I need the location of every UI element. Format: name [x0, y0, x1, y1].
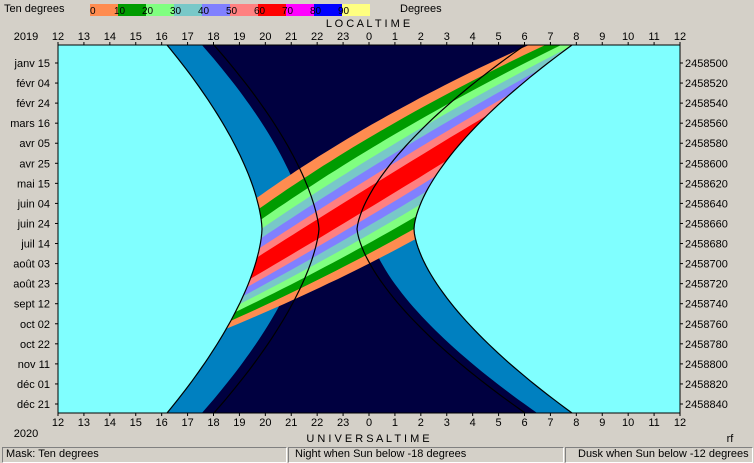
x-tick-label-bottom: 12: [52, 417, 64, 429]
x-tick-label-bottom: 8: [573, 417, 579, 429]
x-tick-label-bottom: 4: [470, 417, 476, 429]
status-bar: Mask: Ten degrees Night when Sun below -…: [0, 445, 754, 463]
y-tick-label-right: 2458760: [685, 319, 728, 331]
x-tick-label-bottom: 18: [207, 417, 219, 429]
x-tick-label-top: 15: [130, 31, 142, 43]
year-bottom: 2020: [14, 428, 38, 440]
y-tick-label-left: mars 16: [10, 118, 50, 130]
y-tick-label-left: avr 25: [19, 158, 50, 170]
y-tick-label-left: nov 11: [18, 359, 50, 371]
y-tick-label-right: 2458560: [685, 118, 728, 130]
x-tick-label-bottom: 14: [104, 417, 116, 429]
x-tick-label-top: 13: [78, 31, 90, 43]
y-tick-label-left: janv 15: [14, 58, 50, 70]
x-tick-label-top: 12: [674, 31, 686, 43]
x-tick-label-bottom: 2: [418, 417, 424, 429]
x-tick-label-top: 3: [444, 31, 450, 43]
x-tick-label-top: 21: [285, 31, 297, 43]
x-tick-label-top: 18: [207, 31, 219, 43]
x-tick-label-top: 23: [337, 31, 349, 43]
x-tick-label-top: 20: [259, 31, 271, 43]
x-tick-label-bottom: 15: [130, 417, 142, 429]
plot-area: [58, 45, 680, 413]
x-tick-label-bottom: 12: [674, 417, 686, 429]
x-tick-label-bottom: 0: [366, 417, 372, 429]
y-tick-label-left: juil 14: [20, 239, 50, 251]
x-tick-label-top: 5: [496, 31, 502, 43]
x-tick-label-bottom: 9: [599, 417, 605, 429]
y-tick-label-left: avr 05: [19, 138, 50, 150]
x-tick-label-bottom: 17: [181, 417, 193, 429]
y-tick-label-left: déc 21: [17, 399, 50, 411]
status-night: Night when Sun below -18 degrees: [295, 448, 467, 460]
y-tick-label-left: sept 12: [14, 299, 50, 311]
x-tick-label-top: 11: [648, 31, 659, 43]
y-tick-label-left: févr 24: [16, 98, 50, 110]
x-tick-label-top: 14: [104, 31, 116, 43]
x-tick-label-top: 7: [547, 31, 553, 43]
x-tick-label-bottom: 1: [392, 417, 398, 429]
y-tick-label-left: mai 15: [17, 178, 50, 190]
y-tick-label-right: 2458540: [685, 98, 728, 110]
x-tick-label-top: 1: [392, 31, 398, 43]
y-tick-label-right: 2458700: [685, 259, 728, 271]
y-tick-label-left: oct 22: [20, 339, 50, 351]
status-mask: Mask: Ten degrees: [6, 448, 99, 460]
x-tick-label-top: 6: [521, 31, 527, 43]
x-tick-label-top: 0: [366, 31, 372, 43]
x-tick-label-bottom: 11: [648, 417, 659, 429]
y-tick-label-right: 2458800: [685, 359, 728, 371]
y-tick-label-left: févr 04: [16, 78, 50, 90]
x-tick-label-bottom: 10: [622, 417, 634, 429]
x-tick-label-top: 2: [418, 31, 424, 43]
x-tick-label-top: 12: [52, 31, 64, 43]
y-tick-label-right: 2458660: [685, 218, 728, 230]
x-tick-label-top: 19: [233, 31, 245, 43]
x-tick-label-bottom: 6: [521, 417, 527, 429]
y-tick-label-right: 2458820: [685, 379, 728, 391]
y-tick-label-left: juin 04: [17, 198, 50, 210]
y-tick-label-right: 2458720: [685, 279, 728, 291]
x-tick-label-top: 4: [470, 31, 476, 43]
corner-flag: rf: [727, 433, 735, 445]
y-tick-label-right: 2458620: [685, 178, 728, 190]
y-tick-label-right: 2458680: [685, 239, 728, 251]
y-tick-label-right: 2458780: [685, 339, 728, 351]
x-tick-label-bottom: 7: [547, 417, 553, 429]
x-tick-label-bottom: 23: [337, 417, 349, 429]
y-tick-label-left: août 03: [13, 259, 50, 271]
x-tick-label-top: 16: [156, 31, 168, 43]
y-tick-label-right: 2458580: [685, 138, 728, 150]
y-tick-label-left: oct 02: [20, 319, 50, 331]
y-tick-label-right: 2458840: [685, 399, 728, 411]
x-tick-label-top: 17: [181, 31, 193, 43]
x-tick-label-top: 22: [311, 31, 323, 43]
x-tick-label-bottom: 5: [496, 417, 502, 429]
x-tick-label-bottom: 20: [259, 417, 271, 429]
x-tick-label-bottom: 3: [444, 417, 450, 429]
x-tick-label-top: 10: [622, 31, 634, 43]
top-axis-title: L O C A L T I M E: [326, 18, 410, 30]
y-tick-label-right: 2458520: [685, 78, 728, 90]
x-tick-label-bottom: 16: [156, 417, 168, 429]
x-tick-label-top: 8: [573, 31, 579, 43]
x-tick-label-top: 9: [599, 31, 605, 43]
x-tick-label-bottom: 13: [78, 417, 90, 429]
y-tick-label-left: août 23: [13, 279, 50, 291]
status-dusk: Dusk when Sun below -12 degrees: [578, 448, 749, 460]
x-tick-label-bottom: 22: [311, 417, 323, 429]
bottom-axis-title: U N I V E R S A L T I M E: [306, 433, 429, 445]
y-tick-label-left: déc 01: [17, 379, 50, 391]
x-tick-label-bottom: 19: [233, 417, 245, 429]
x-tick-label-bottom: 21: [285, 417, 297, 429]
y-tick-label-left: juin 24: [17, 218, 50, 230]
y-tick-label-right: 2458740: [685, 299, 728, 311]
year-top: 2019: [14, 31, 38, 43]
night-chart: 1212131314141515161617171818191920202121…: [0, 17, 754, 445]
y-tick-label-right: 2458500: [685, 58, 728, 70]
y-tick-label-right: 2458640: [685, 198, 728, 210]
y-tick-label-right: 2458600: [685, 158, 728, 170]
